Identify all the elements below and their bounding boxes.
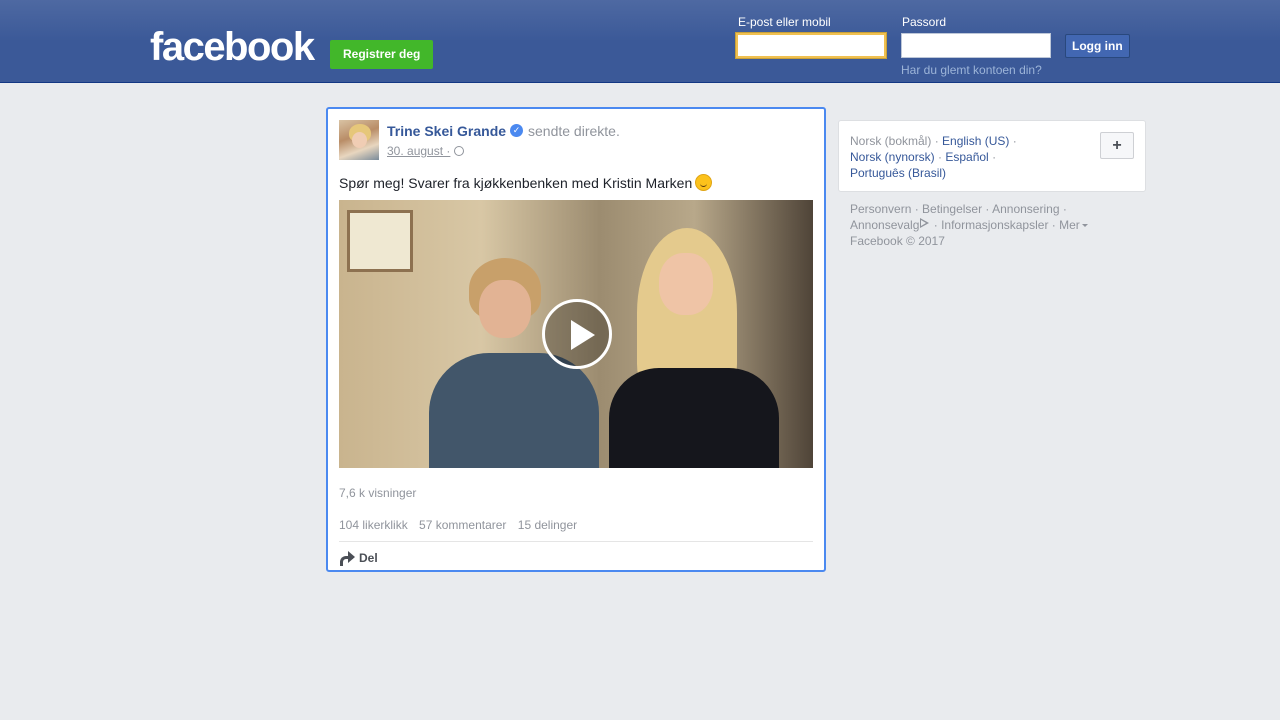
facebook-logo[interactable]: facebook (150, 27, 315, 67)
more-languages-button[interactable]: + (1100, 132, 1134, 159)
footer-link-privacy[interactable]: Personvern (850, 202, 911, 216)
footer-link-adchoices[interactable]: Annonsevalg (850, 218, 930, 232)
adchoices-icon (919, 218, 930, 229)
language-option-english[interactable]: English (US) (942, 134, 1009, 148)
language-selector: Norsk (bokmål) · English (US) · Norsk (n… (838, 120, 1146, 192)
play-icon[interactable] (542, 299, 612, 369)
engagement-stats: 104 likerklikk 57 kommentarer 15 delinge… (339, 518, 585, 532)
caret-down-icon (1081, 224, 1088, 227)
divider (339, 541, 813, 542)
post-action-text: sendte direkte. (528, 123, 620, 139)
footer-link-more-label: Mer (1059, 218, 1080, 232)
globe-icon (454, 146, 464, 156)
post-timestamp[interactable]: 30. august · (387, 144, 450, 158)
shares-count[interactable]: 15 delinger (518, 518, 577, 532)
register-button[interactable]: Registrer deg (330, 40, 434, 69)
verified-badge-icon: ✓ (510, 124, 523, 137)
email-field[interactable] (736, 33, 886, 58)
email-label: E-post eller mobil (738, 15, 831, 29)
footer-link-more[interactable]: Mer (1059, 218, 1088, 232)
view-count: 7,6 k visninger (339, 486, 417, 500)
login-button[interactable]: Logg inn (1065, 34, 1130, 58)
language-option-spanish[interactable]: Español (945, 150, 988, 164)
author-name[interactable]: Trine Skei Grande (387, 123, 506, 139)
language-option-portuguese[interactable]: Português (Brasil) (850, 166, 946, 180)
copyright: Facebook © 2017 (850, 234, 945, 248)
share-label: Del (359, 551, 378, 565)
author-avatar[interactable] (339, 120, 379, 160)
footer-link-advertising[interactable]: Annonsering (992, 202, 1059, 216)
post-message-text: Spør meg! Svarer fra kjøkkenbenken med K… (339, 175, 693, 191)
comments-count[interactable]: 57 kommentarer (419, 518, 506, 532)
footer-link-terms[interactable]: Betingelser (922, 202, 982, 216)
password-label: Passord (902, 15, 947, 29)
language-option-nynorsk[interactable]: Norsk (nynorsk) (850, 150, 935, 164)
share-button[interactable]: Del (339, 550, 378, 566)
language-list: Norsk (bokmål) · English (US) · Norsk (n… (850, 134, 1017, 180)
post-message: Spør meg! Svarer fra kjøkkenbenken med K… (339, 174, 713, 191)
share-arrow-icon (339, 550, 355, 566)
footer-link-adchoices-label: Annonsevalg (850, 218, 920, 232)
forgot-account-link[interactable]: Har du glemt kontoen din? (901, 63, 1042, 77)
post-card: Trine Skei Grande ✓ sendte direkte. 30. … (326, 107, 826, 572)
footer: Personvern · Betingelser · Annonsering ·… (850, 201, 1110, 249)
footer-link-cookies[interactable]: Informasjonskapsler (941, 218, 1048, 232)
current-language: Norsk (bokmål) (850, 134, 932, 148)
password-field[interactable] (901, 33, 1051, 58)
wall-picture (347, 210, 413, 272)
smiley-emoji-icon (695, 174, 713, 191)
person-right (609, 228, 779, 468)
top-bar: facebook Registrer deg E-post eller mobi… (0, 0, 1280, 83)
likes-count[interactable]: 104 likerklikk (339, 518, 408, 532)
video-player[interactable] (339, 200, 813, 468)
